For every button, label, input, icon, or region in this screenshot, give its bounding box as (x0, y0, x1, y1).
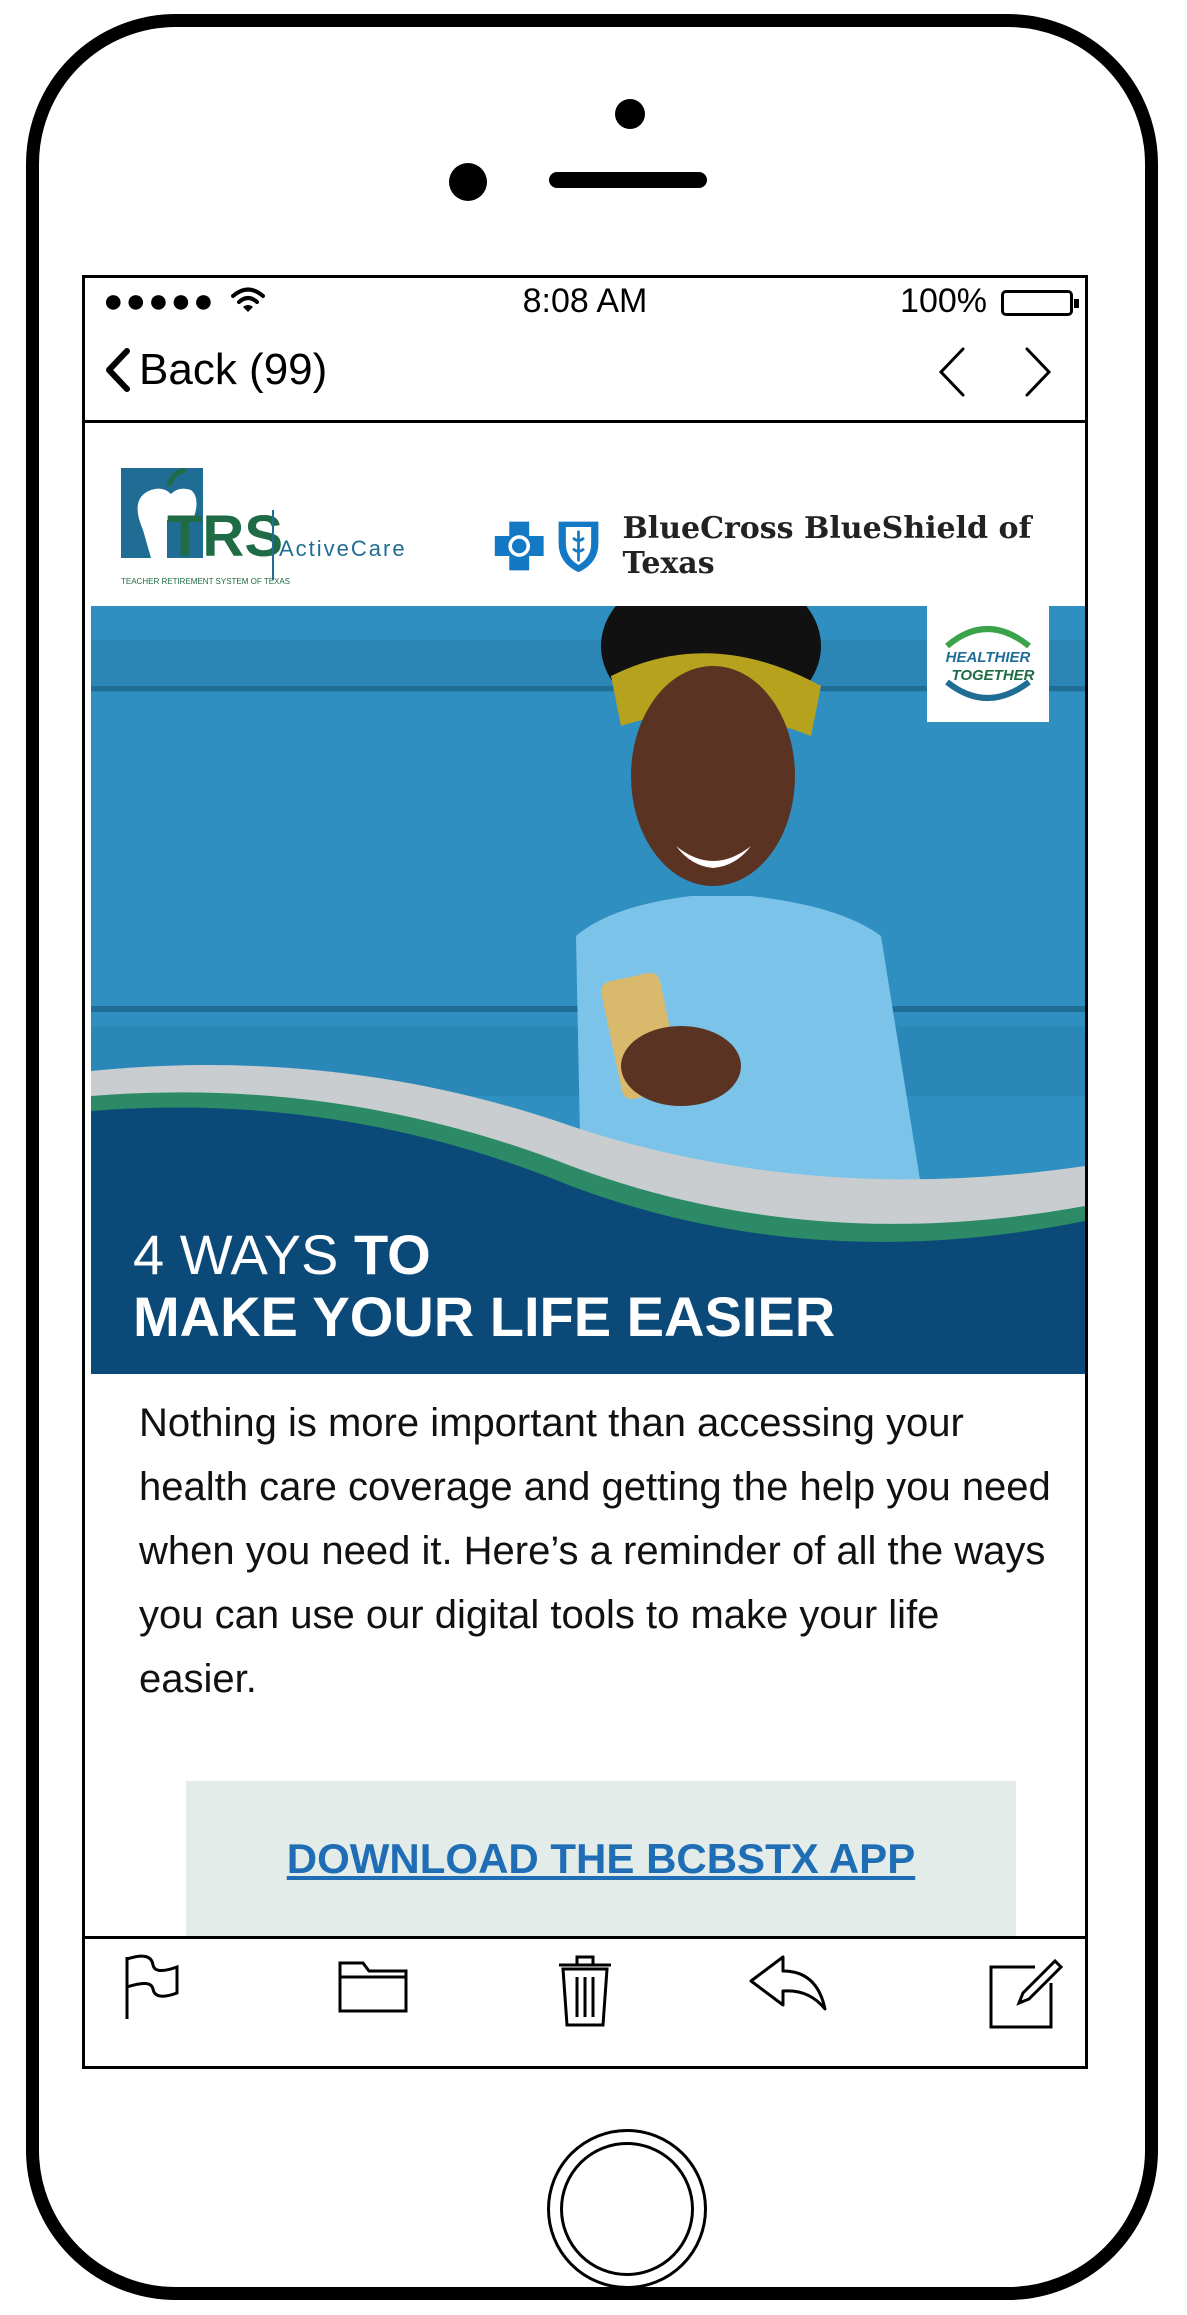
trash-icon[interactable] (555, 1953, 615, 2029)
trs-caption: TEACHER RETIREMENT SYSTEM OF TEXAS (121, 577, 290, 586)
proximity-sensor (615, 99, 645, 129)
mail-toolbar (85, 1936, 1085, 2066)
trs-sub-label: ActiveCare (279, 536, 407, 561)
bcbs-name: BlueCross BlueShield of Texas (622, 511, 1032, 581)
next-message-icon[interactable] (1021, 343, 1055, 401)
blue-shield-icon (559, 521, 599, 573)
earpiece-speaker (549, 172, 707, 188)
battery-percent: 100% (900, 282, 987, 320)
chevron-left-icon (106, 348, 130, 392)
previous-message-icon[interactable] (935, 343, 969, 401)
compose-icon[interactable] (985, 1953, 1065, 2033)
hero-banner[interactable]: HEALTHIER TOGETHER 4 WAYS TO MAKE YOUR L… (91, 606, 1085, 1374)
front-camera (449, 163, 487, 201)
back-button[interactable]: Back (99) (103, 345, 327, 395)
status-bar: ●●●●● 8:08 AM 100% (85, 278, 1085, 328)
hero-title-bold: TO (353, 1223, 431, 1286)
home-button[interactable] (547, 2129, 707, 2289)
email-logo-header: TRS ActiveCare TEACHER RETIREMENT SYSTEM… (85, 423, 1085, 606)
folder-icon[interactable] (337, 1953, 409, 2015)
phone-screen: ●●●●● 8:08 AM 100% Back (99) TRS ActiveC… (82, 275, 1088, 2069)
message-navigation (935, 343, 1055, 401)
intro-paragraph: Nothing is more important than accessing… (139, 1401, 1051, 1701)
flag-icon[interactable] (121, 1953, 181, 2023)
reply-icon[interactable] (747, 1953, 829, 2013)
hero-title-line2: MAKE YOUR LIFE EASIER (133, 1285, 836, 1348)
download-app-link[interactable]: DOWNLOAD THE BCBSTX APP (186, 1835, 1016, 1883)
hero-title-light: 4 WAYS (133, 1223, 354, 1286)
svg-text:TRS: TRS (167, 504, 283, 569)
hero-title: 4 WAYS TO MAKE YOUR LIFE EASIER (133, 1224, 835, 1348)
battery-icon (1001, 290, 1079, 316)
mail-nav-bar: Back (99) (85, 333, 1085, 423)
email-body[interactable]: TRS ActiveCare TEACHER RETIREMENT SYSTEM… (85, 423, 1085, 1939)
trs-activecare-logo: TRS ActiveCare TEACHER RETIREMENT SYSTEM… (121, 468, 407, 586)
cta-box: DOWNLOAD THE BCBSTX APP (186, 1781, 1016, 1939)
back-label: Back (99) (139, 345, 328, 394)
blue-cross-icon (494, 521, 544, 571)
bcbs-logo: BlueCross BlueShield of Texas (493, 511, 1085, 581)
